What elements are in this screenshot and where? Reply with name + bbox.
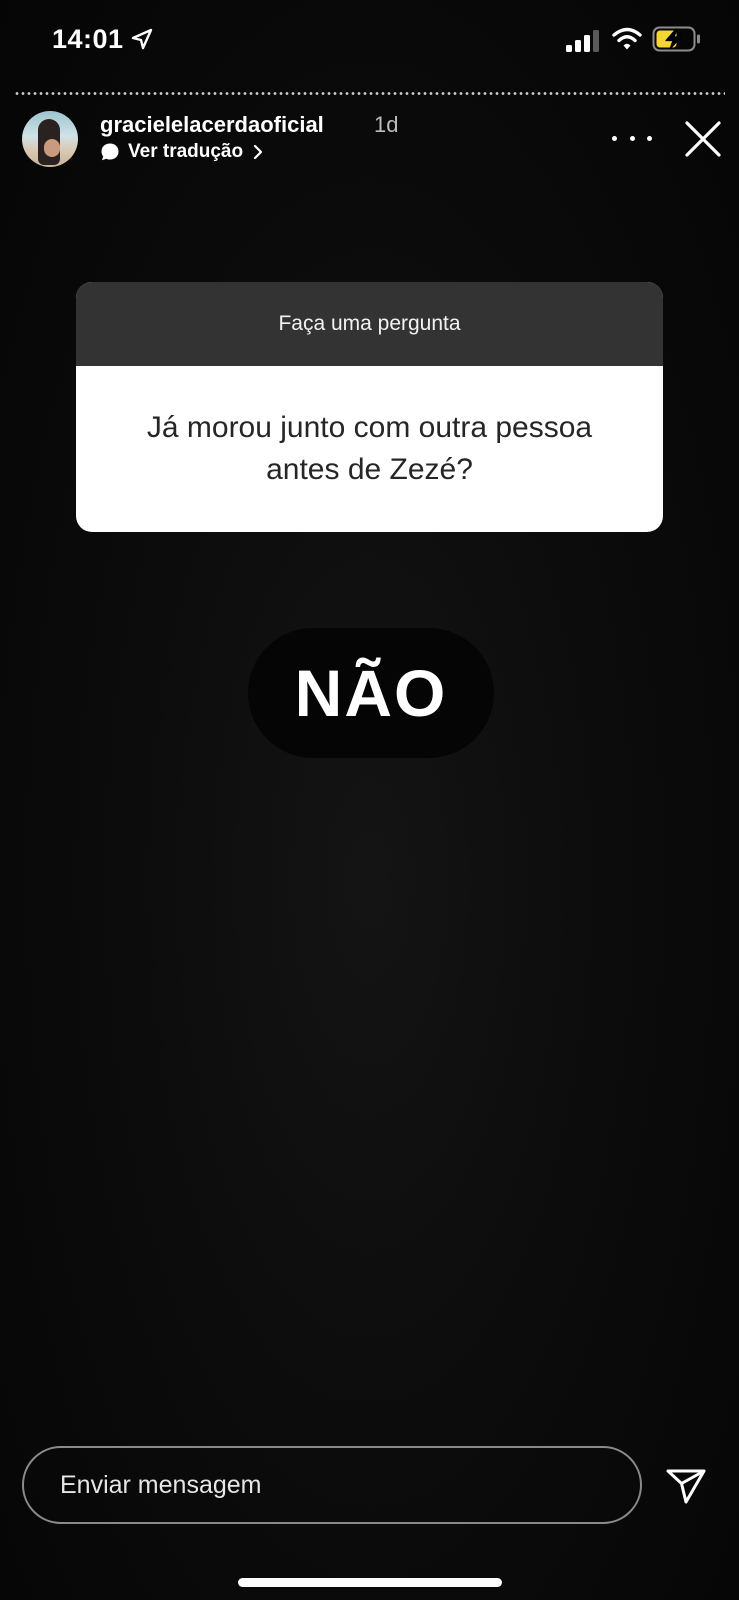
status-bar: 14:01 — [0, 0, 739, 80]
avatar-photo — [38, 119, 60, 165]
more-icon — [612, 135, 617, 141]
story-header: gracielelacerdaoficial 1d Ver tradução — [0, 108, 739, 168]
question-sticker-header: Faça uma pergunta — [76, 282, 663, 366]
battery-charging-icon — [652, 26, 700, 52]
question-sticker[interactable]: Faça uma pergunta Já morou junto com out… — [76, 282, 663, 532]
location-arrow-icon — [131, 28, 153, 50]
question-text: Já morou junto com outra pessoa antes de… — [146, 411, 593, 486]
username-link[interactable]: gracielelacerdaoficial — [100, 112, 324, 138]
more-button[interactable] — [612, 126, 652, 150]
more-icon-dot — [647, 135, 652, 141]
close-icon[interactable] — [683, 119, 723, 159]
story-background[interactable] — [0, 0, 739, 1600]
chevron-right-icon — [254, 144, 263, 160]
story-progress-bar — [14, 92, 725, 95]
signal-icon — [566, 30, 599, 52]
home-indicator[interactable] — [238, 1578, 502, 1587]
speech-bubble-icon — [101, 143, 119, 161]
answer-text: NÃO — [248, 628, 494, 758]
wifi-icon — [612, 27, 642, 50]
more-icon-dot — [629, 135, 635, 141]
send-icon[interactable] — [664, 1466, 708, 1506]
avatar[interactable] — [22, 111, 78, 167]
message-input[interactable] — [22, 1446, 642, 1524]
story-age: 1d — [374, 112, 399, 137]
translate-link[interactable]: Ver tradução — [100, 140, 263, 164]
status-time: 14:01 — [52, 24, 124, 54]
translate-label: Ver tradução — [128, 141, 244, 162]
